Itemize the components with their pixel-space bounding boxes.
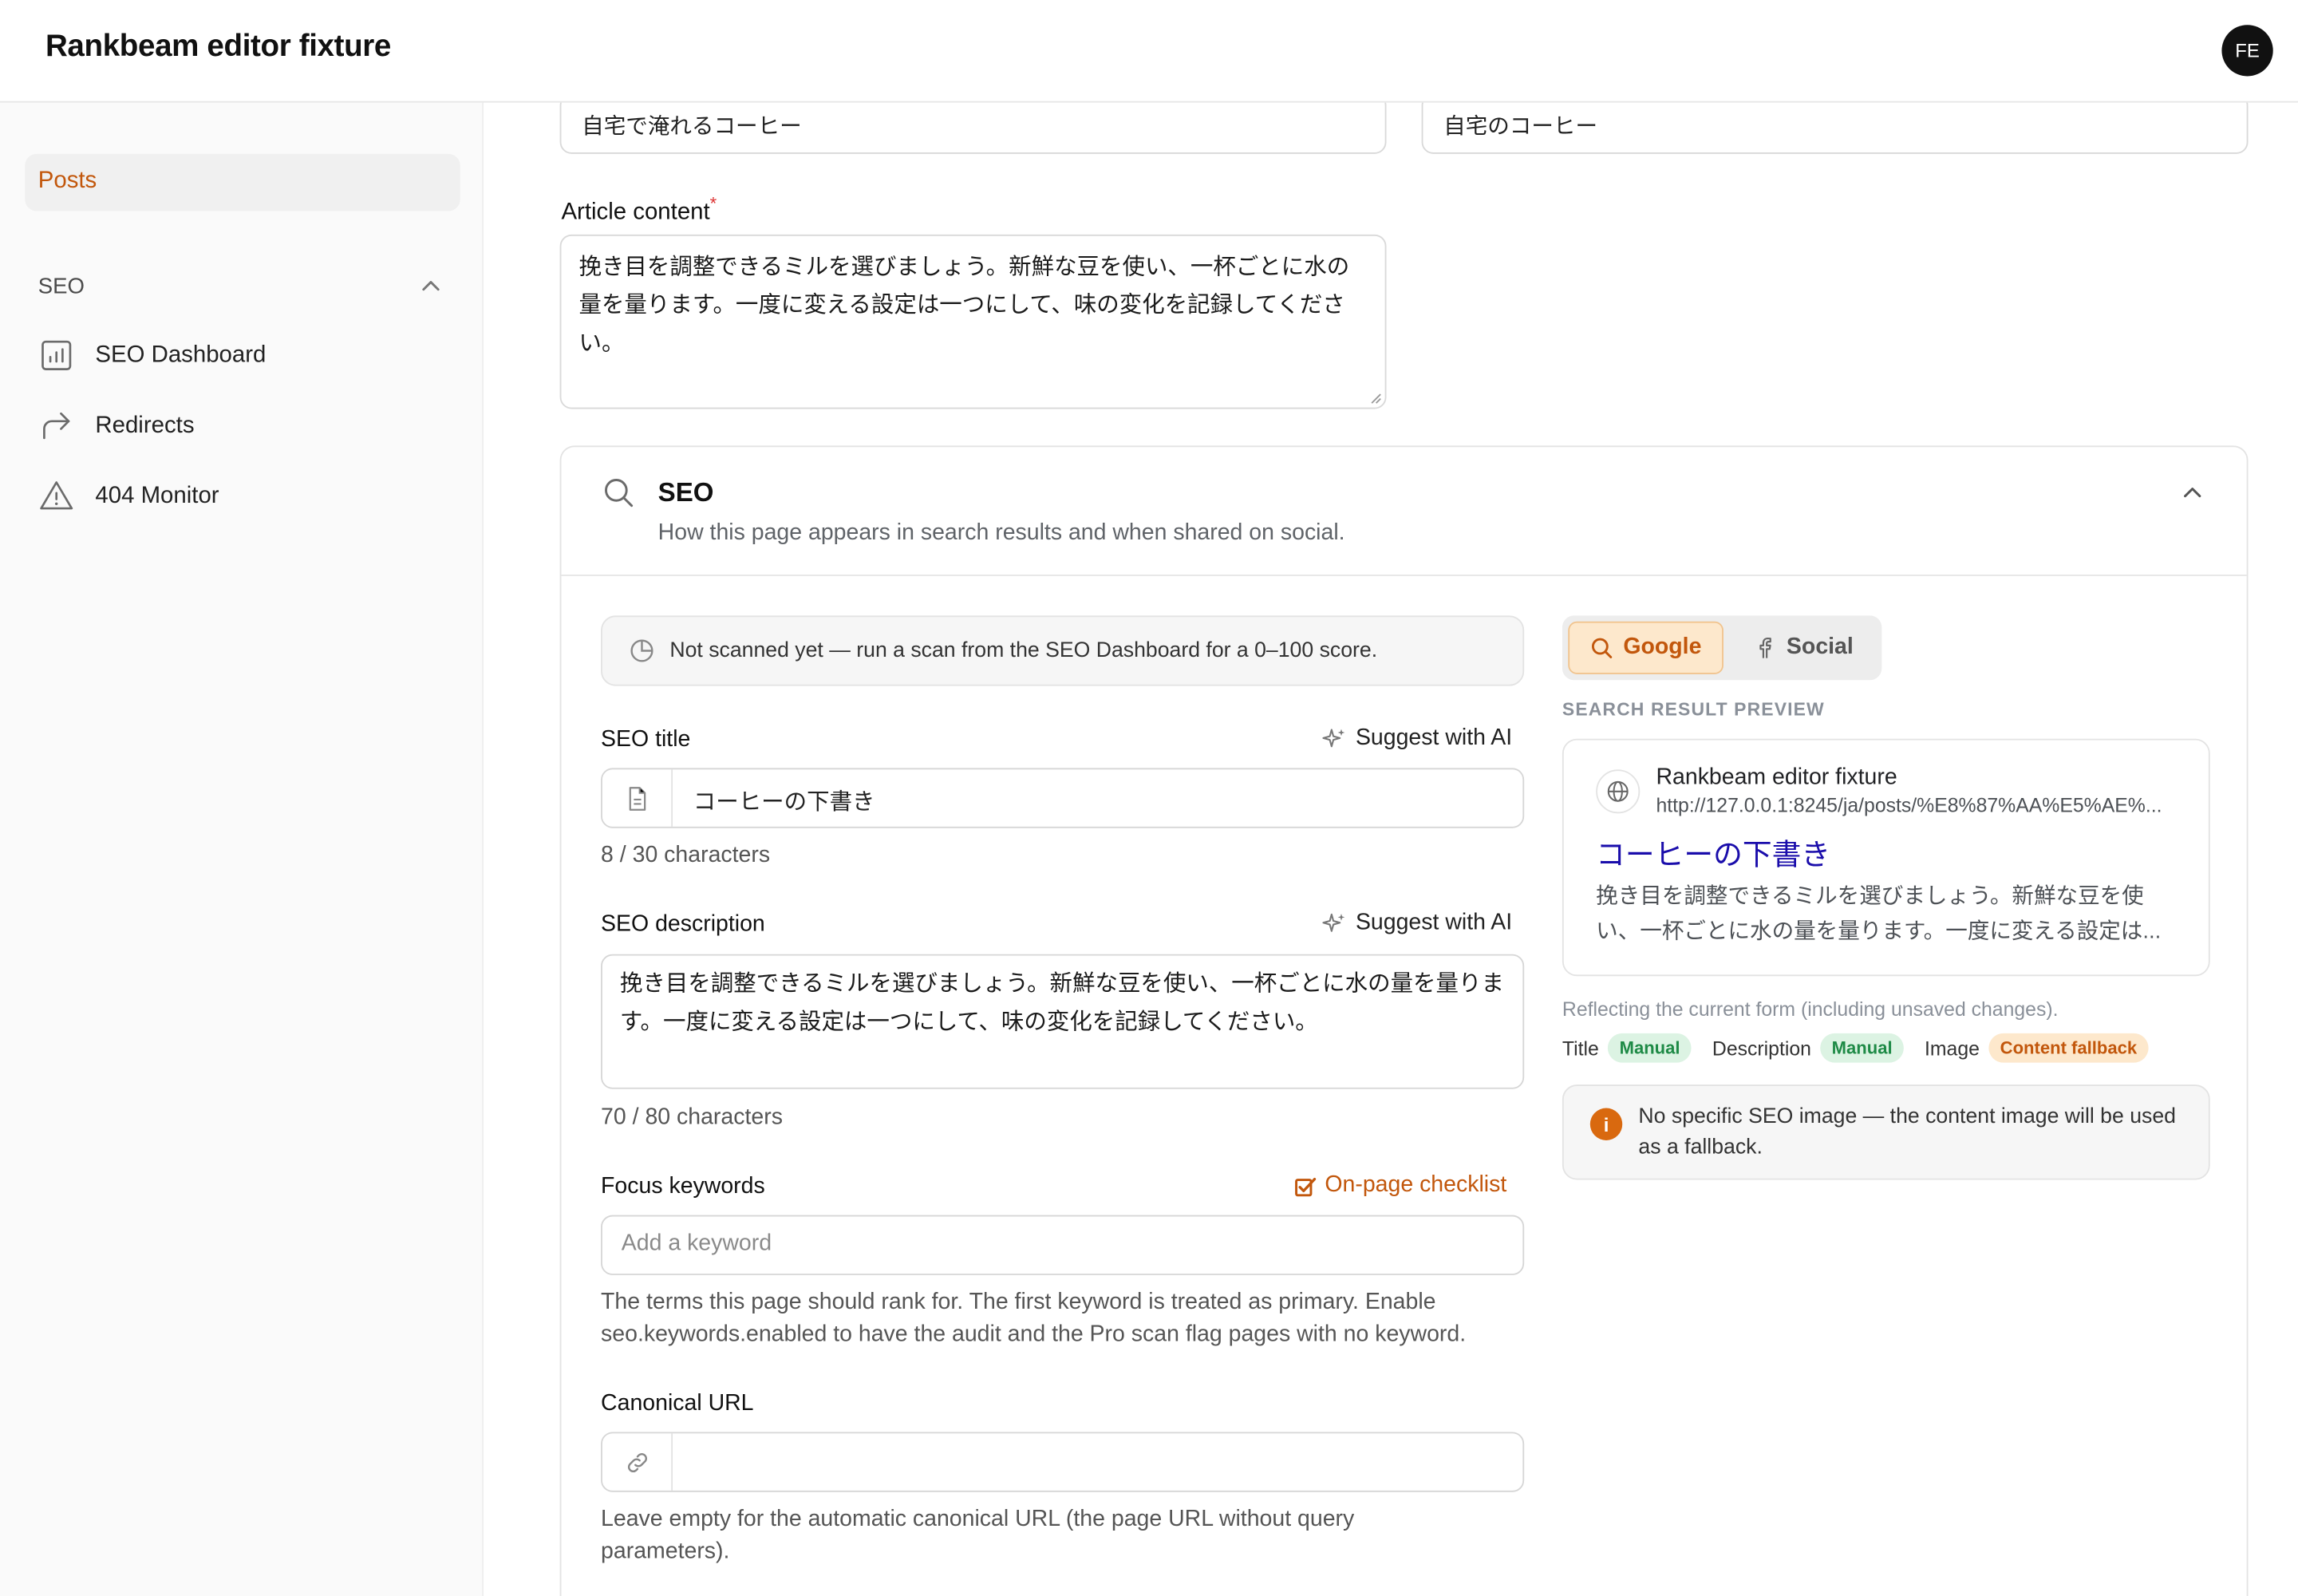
facebook-icon: [1759, 637, 1771, 658]
seo-panel-title: SEO: [657, 477, 714, 508]
title-input[interactable]: 自宅で淹れるコーヒー: [559, 102, 1387, 154]
chevron-up-icon[interactable]: [2182, 482, 2203, 503]
focus-keywords-label: Focus keywords: [601, 1174, 765, 1199]
seo-title-prefix: [602, 769, 673, 827]
canonical-url-prefix: [602, 1433, 673, 1491]
preview-description: 挽き目を調整できるミルを選びましょう。新鮮な豆を使い、一杯ごとに水の量を量ります…: [1596, 883, 2162, 944]
preview-title: コーヒーの下書き: [1596, 839, 1831, 872]
source-badge: Manual: [1607, 1033, 1692, 1063]
canonical-url-input[interactable]: [601, 1432, 1525, 1492]
sidebar-item-label: 404 Monitor: [95, 484, 219, 509]
source-key: Description: [1712, 1037, 1811, 1060]
scan-status-note: Not scanned yet — run a scan from the SE…: [601, 615, 1525, 686]
seo-panel: SEO How this page appears in search resu…: [559, 445, 2249, 1596]
preview-site-name: Rankbeam editor fixture: [1656, 764, 1897, 790]
source-badge: Manual: [1819, 1033, 1905, 1063]
sparkles-icon: [1322, 728, 1345, 747]
search-icon: [1591, 638, 1613, 658]
app-title: Rankbeam editor fixture: [45, 29, 392, 63]
title-input-value: 自宅で淹れるコーヒー: [582, 114, 802, 140]
sidebar-item-redirects[interactable]: Redirects: [38, 405, 464, 448]
seo-description-label: SEO description: [601, 911, 765, 937]
seo-title-label: SEO title: [601, 727, 691, 753]
slug-input[interactable]: 自宅のコーヒー: [1421, 102, 2249, 154]
preview-reflect-note: Reflecting the current form (including u…: [1562, 998, 2059, 1021]
suggest-ai-description-button[interactable]: Suggest with AI: [1322, 911, 1512, 937]
top-bar: Rankbeam editor fixture FE: [0, 0, 2298, 103]
canonical-url-label: Canonical URL: [601, 1391, 754, 1416]
focus-keywords-help: The terms this page should rank for. The…: [601, 1290, 1467, 1347]
source-key: Title: [1562, 1037, 1599, 1060]
seo-panel-header[interactable]: SEO How this page appears in search resu…: [561, 447, 2247, 576]
slug-input-value: 自宅のコーヒー: [1443, 114, 1598, 140]
sidebar-group-seo[interactable]: SEO: [38, 274, 85, 298]
sidebar-item-404-monitor[interactable]: 404 Monitor: [38, 475, 464, 519]
sparkles-icon: [1322, 912, 1345, 931]
chevron-up-icon[interactable]: [421, 275, 441, 296]
image-fallback-text: No specific SEO image — the content imag…: [1638, 1104, 2176, 1159]
article-content-label: Article content*: [561, 193, 717, 225]
document-icon: [628, 786, 646, 810]
site-favicon: [1596, 769, 1641, 814]
avatar[interactable]: FE: [2221, 25, 2273, 77]
seo-title-input[interactable]: コーヒーの下書き: [601, 768, 1525, 828]
sidebar-item-posts[interactable]: Posts: [25, 153, 460, 211]
seo-panel-subtitle: How this page appears in search results …: [657, 520, 1345, 546]
scan-status-text: Not scanned yet — run a scan from the SE…: [669, 638, 1378, 663]
search-icon: [605, 479, 634, 508]
image-fallback-note: i No specific SEO image — the content im…: [1562, 1084, 2210, 1180]
pie-chart-icon: [630, 639, 653, 662]
seo-description-textarea[interactable]: 挽き目を調整できるミルを選びましょう。新鮮な豆を使い、一杯ごとに水の量を量ります…: [601, 954, 1525, 1089]
canonical-url-help: Leave empty for the automatic canonical …: [601, 1507, 1355, 1564]
source-key: Image: [1925, 1037, 1980, 1060]
on-page-checklist-link[interactable]: On-page checklist: [1294, 1172, 1506, 1199]
suggest-ai-title-button[interactable]: Suggest with AI: [1322, 725, 1512, 752]
resize-handle-icon[interactable]: [1370, 393, 1382, 405]
tab-google[interactable]: Google: [1568, 621, 1724, 674]
checklist-icon: [1295, 1177, 1317, 1196]
focus-keyword-input[interactable]: [601, 1215, 1525, 1275]
preview-tabs: Google Social: [1562, 615, 1882, 681]
globe-icon: [1607, 780, 1629, 802]
tab-social[interactable]: Social: [1732, 622, 1879, 674]
search-preview-caption: SEARCH RESULT PREVIEW: [1562, 699, 1825, 720]
seo-description-counter: 70 / 80 characters: [601, 1104, 783, 1131]
sidebar-item-label: Redirects: [95, 413, 195, 439]
sidebar-item-label: Posts: [38, 168, 97, 194]
seo-title-counter: 8 / 30 characters: [601, 843, 771, 868]
sidebar-item-seo-dashboard[interactable]: SEO Dashboard: [38, 334, 464, 378]
preview-url: http://127.0.0.1:8245/ja/posts/%E8%87%AA…: [1656, 794, 2162, 817]
bar-chart-icon: [41, 340, 72, 370]
info-icon: i: [1589, 1108, 1623, 1140]
article-content-textarea[interactable]: 挽き目を調整できるミルを選びましょう。新鮮な豆を使い、一杯ごとに水の量を量ります…: [559, 234, 1387, 409]
sidebar: Posts SEO SEO Dashboard Redirects 404 Mo…: [0, 102, 484, 1596]
search-result-preview: Rankbeam editor fixture http://127.0.0.1…: [1562, 738, 2210, 977]
redirect-arrow-icon: [43, 412, 70, 440]
keyword-text-input[interactable]: [621, 1231, 1487, 1258]
warning-icon: [40, 481, 73, 510]
seo-title-value: コーヒーの下書き: [693, 789, 875, 816]
meta-source-row: Title Manual Description Manual Image Co…: [1562, 1033, 2170, 1063]
sidebar-item-label: SEO Dashboard: [95, 342, 267, 369]
main-content: 自宅で淹れるコーヒー 自宅のコーヒー Article content* 挽き目を…: [484, 102, 2298, 1596]
link-icon: [627, 1452, 647, 1472]
source-badge: Content fallback: [1988, 1033, 2149, 1063]
required-mark: *: [709, 193, 717, 215]
